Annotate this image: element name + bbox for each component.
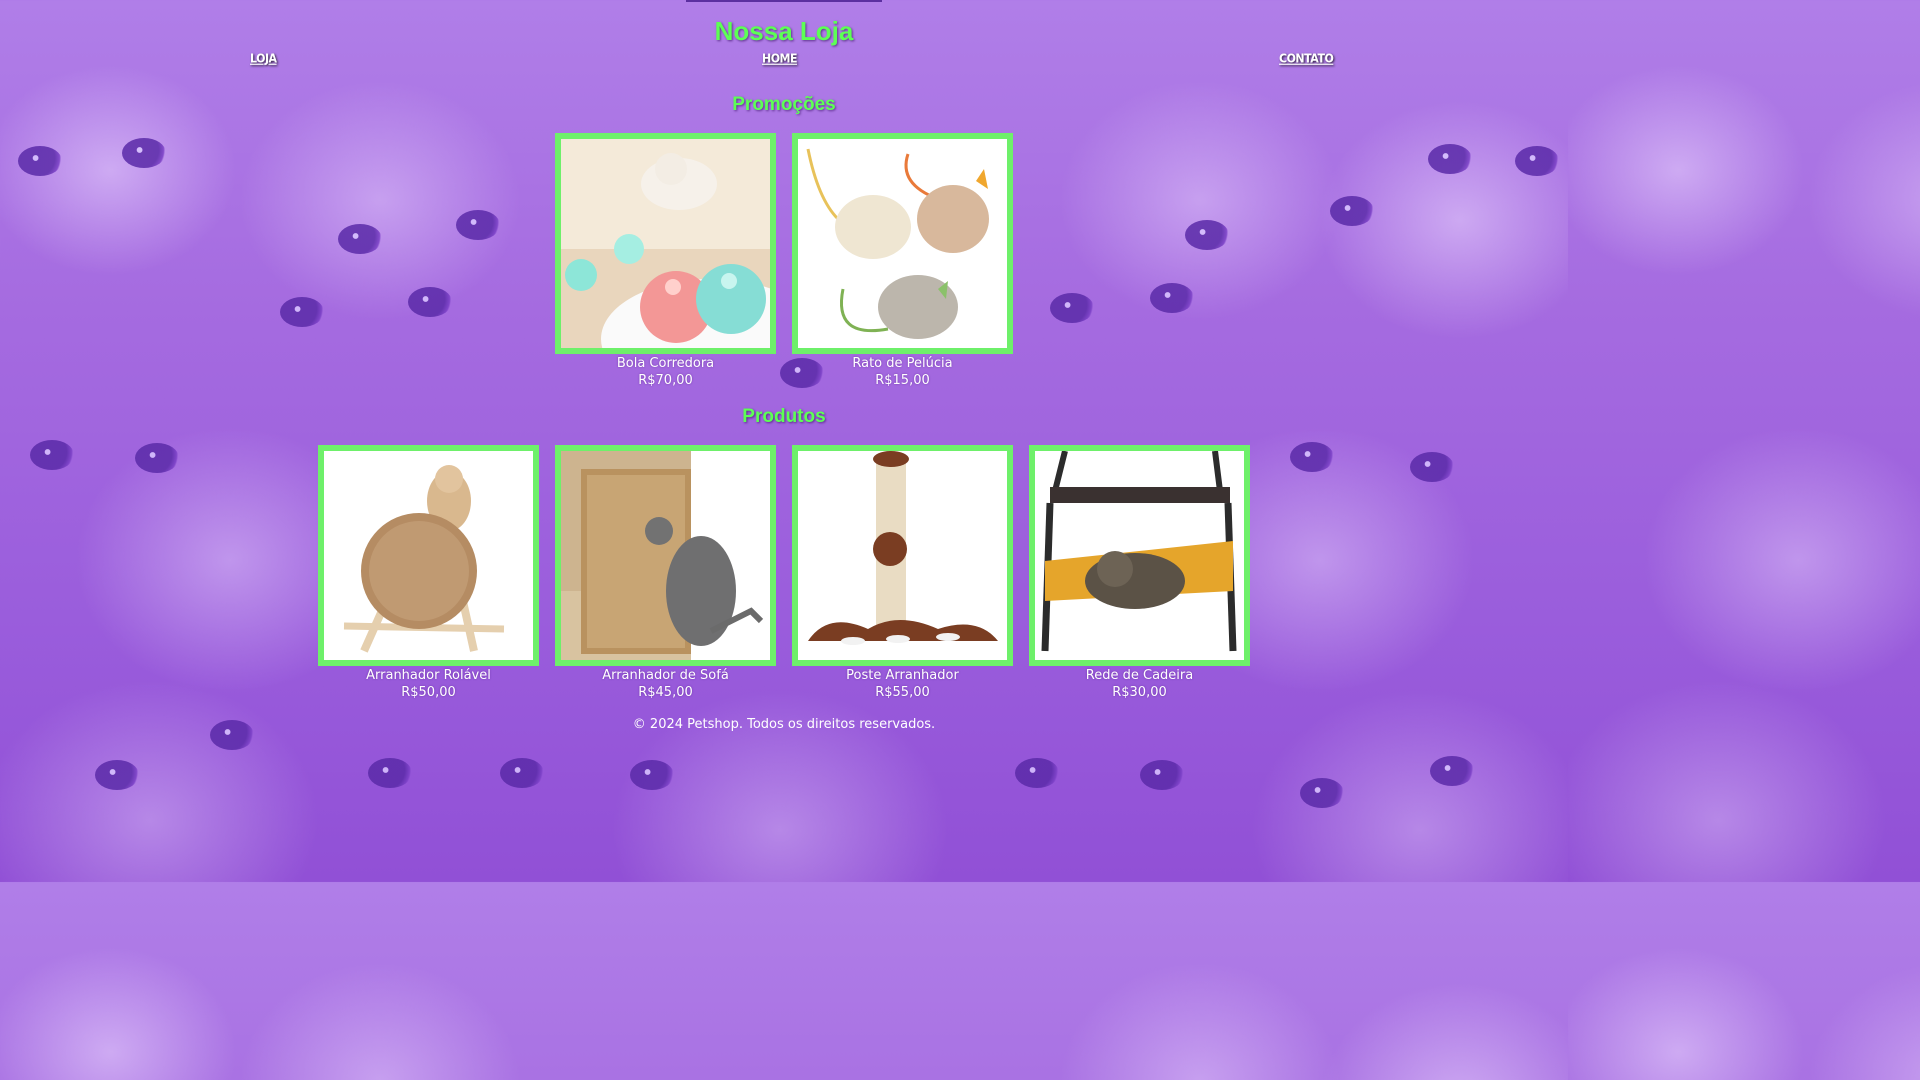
promocoes-grid: Bola Corredora R$70,00 Rato de Pelúcia R…: [0, 133, 1568, 389]
produtos-grid: Arranhador Rolável R$50,00 Arranhador de…: [0, 445, 1568, 701]
main-nav: LOJA HOME CONTATO: [0, 51, 1568, 72]
section-title-produtos: Produtos: [742, 406, 826, 427]
product-name: Rato de Pelúcia: [852, 356, 953, 371]
product-image-scratching-post[interactable]: [792, 445, 1013, 666]
product-card[interactable]: Arranhador de Sofá R$45,00: [555, 445, 776, 701]
product-image-plush-mice[interactable]: [792, 133, 1013, 354]
footer-copyright: © 2024 Petshop. Todos os direitos reserv…: [632, 717, 936, 732]
product-image-rolling-scratcher[interactable]: [318, 445, 539, 666]
site-title: Nossa Loja: [714, 16, 854, 46]
product-name: Poste Arranhador: [846, 668, 959, 683]
product-image-chair-hammock[interactable]: [1029, 445, 1250, 666]
product-price: R$15,00: [875, 373, 930, 388]
product-card[interactable]: Poste Arranhador R$55,00: [792, 445, 1013, 701]
product-card[interactable]: Rede de Cadeira R$30,00: [1029, 445, 1250, 701]
product-card[interactable]: Rato de Pelúcia R$15,00: [792, 133, 1013, 389]
product-price: R$45,00: [638, 685, 693, 700]
product-card[interactable]: Bola Corredora R$70,00: [555, 133, 776, 389]
product-price: R$55,00: [875, 685, 930, 700]
product-price: R$50,00: [401, 685, 456, 700]
product-name: Arranhador Rolável: [366, 668, 491, 683]
product-name: Bola Corredora: [616, 356, 715, 371]
product-card[interactable]: Arranhador Rolável R$50,00: [318, 445, 539, 701]
product-image-rolling-ball[interactable]: [555, 133, 776, 354]
nav-link-loja[interactable]: LOJA: [250, 51, 277, 66]
product-name: Arranhador de Sofá: [602, 668, 729, 683]
top-accent-line: [686, 0, 882, 2]
section-title-promocoes: Promoções: [732, 94, 836, 115]
product-price: R$70,00: [638, 373, 693, 388]
nav-link-contato[interactable]: CONTATO: [1279, 51, 1334, 66]
product-image-sofa-scratcher[interactable]: [555, 445, 776, 666]
product-price: R$30,00: [1112, 685, 1167, 700]
product-name: Rede de Cadeira: [1085, 668, 1194, 683]
nav-link-home[interactable]: HOME: [762, 51, 798, 66]
